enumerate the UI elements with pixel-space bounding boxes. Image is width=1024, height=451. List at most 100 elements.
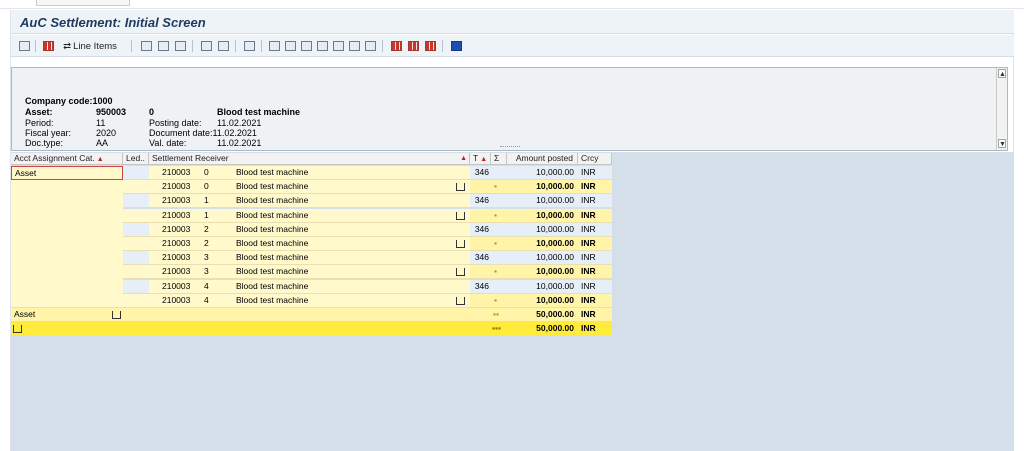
receiver-cell[interactable]: 210003 [149,180,204,194]
layout-icon[interactable] [41,39,55,53]
sum-icon[interactable] [199,39,213,53]
posting-date-label: Posting date: [149,118,202,128]
word-icon[interactable] [331,39,345,53]
receiver-sub-cell: 1 [204,209,224,223]
change-layout-icon[interactable] [406,39,420,53]
print-icon[interactable] [139,39,153,53]
subtotal-row[interactable]: 210003 4 Blood test machine ▪ 10,000.00 INR [11,294,612,308]
receiver-text-cell: Blood test machine [224,251,470,265]
subtotal-icon[interactable] [216,39,230,53]
scroll-down-icon[interactable]: ▼ [998,139,1006,148]
receiver-sub-cell: 0 [204,180,224,194]
amount-cell: 10,000.00 [507,194,578,208]
receiver-cell[interactable]: 210003 [149,280,204,294]
receiver-text-cell: Blood test machine [224,294,470,308]
receiver-cell[interactable]: 210003 [149,251,204,265]
t-cell [470,237,491,251]
col-header-amount-posted[interactable]: Amount posted [507,153,578,165]
t-cell: 346 [470,251,491,265]
col-header-acct-assignment[interactable]: Acct Assignment Cat. ▲ [11,153,123,165]
ledger-cell [123,280,149,294]
receiver-text-cell: Blood test machine [224,223,470,237]
amount-cell: 10,000.00 [507,209,578,223]
asset-total-row[interactable]: Asset ▪▪ 50,000.00 INR [11,308,612,322]
subtotal-icon [456,294,470,308]
col-header-crcy[interactable]: Crcy [578,153,612,165]
toolbar-separator [382,40,383,52]
line-items-icon: ⇄ [63,40,72,52]
amount-cell: 10,000.00 [507,223,578,237]
crcy-cell: INR [578,294,612,308]
receiver-cell[interactable]: 210003 [149,294,204,308]
excel-icon[interactable] [299,39,313,53]
resize-grip[interactable] [500,146,520,149]
subtotal-row[interactable]: 210003 1 Blood test machine ▪ 10,000.00 INR [11,209,612,223]
table-row[interactable]: 210003 2 Blood test machine 346 10,000.00 INR [11,223,612,237]
val-date-label: Val. date: [149,138,187,148]
document-date-label: Document date:11.02.2021 [149,128,257,138]
save-layout-icon[interactable] [423,39,437,53]
asset-description: Blood test machine [217,107,301,117]
subtotal-level-icon: ▪ [491,237,507,251]
subtotal-level-icon: ▪ [491,294,507,308]
table-row[interactable]: 210003 4 Blood test machine 346 10,000.00 INR [11,280,612,294]
table-row[interactable]: 210003 1 Blood test machine 346 10,000.00 INR [11,194,612,208]
crcy-cell: INR [578,209,612,223]
table-row[interactable]: 210003 3 Blood test machine 346 10,000.00 INR [11,251,612,265]
receiver-sub-cell: 2 [204,237,224,251]
line-items-button[interactable]: ⇄ Line Items [59,39,121,53]
receiver-cell[interactable]: 210003 [149,223,204,237]
receiver-sub-cell: 1 [204,194,224,208]
filter-set-icon[interactable] [173,39,187,53]
export-icon[interactable] [267,39,281,53]
receiver-cell[interactable]: 210003 [149,237,204,251]
mail-icon[interactable] [283,39,297,53]
doc-type-label: Doc.type: [25,138,64,148]
filter-icon[interactable] [156,39,170,53]
col-header-sigma[interactable]: Σ [491,153,507,165]
window-tab[interactable] [36,0,130,6]
info-icon[interactable] [449,39,463,53]
graphic-icon[interactable] [347,39,361,53]
subtotal-row[interactable]: 210003 0 Blood test machine ▪ 10,000.00 INR [11,180,612,194]
toolbar-separator [235,40,236,52]
amount-cell: 10,000.00 [507,280,578,294]
grand-total-row[interactable]: ▪▪▪ 50,000.00 INR [11,322,612,336]
refresh-icon[interactable] [242,39,256,53]
receiver-cell[interactable]: 210003 [149,166,204,180]
fiscal-year-label: Fiscal year: [25,128,72,138]
sap-window: AuC Settlement: Initial Screen ⇄ Line It… [10,10,1014,451]
amount-cell: 10,000.00 [507,180,578,194]
t-cell: 346 [470,166,491,180]
receiver-cell[interactable]: 210003 [149,194,204,208]
t-cell: 346 [470,280,491,294]
t-cell [470,180,491,194]
subtotal-row[interactable]: 210003 3 Blood test machine ▪ 10,000.00 INR [11,265,612,279]
receiver-cell[interactable]: 210003 [149,209,204,223]
choose-layout-icon[interactable] [389,39,403,53]
detail-icon[interactable] [17,39,31,53]
crcy-cell: INR [578,280,612,294]
scroll-up-icon[interactable]: ▲ [998,69,1006,78]
col-header-t[interactable]: T ▲ [470,153,491,165]
toolbar-separator [35,40,36,52]
toolbar-separator [442,40,443,52]
subtotal-level-icon: ▪ [491,265,507,279]
amount-cell: 10,000.00 [507,265,578,279]
table-row[interactable]: 210003 0 Blood test machine 346 10,000.00 INR [11,166,612,180]
header-scrollbar[interactable]: ▲ ▼ [996,68,1007,150]
col-header-settlement-receiver[interactable]: Settlement Receiver ▲ [149,153,470,165]
subtotal-row[interactable]: 210003 2 Blood test machine ▪ 10,000.00 INR [11,237,612,251]
col-header-ledger[interactable]: Led.. [123,153,149,165]
receiver-text-cell: Blood test machine [224,209,470,223]
total-spacer [123,308,491,322]
text-icon[interactable] [315,39,329,53]
fiscal-year-value: 2020 [96,128,117,138]
crcy-cell: INR [578,265,612,279]
subtotal-icon [456,180,470,194]
receiver-cell[interactable]: 210003 [149,265,204,279]
abc-icon[interactable] [363,39,377,53]
sort-ascending-icon: ▲ [96,156,104,163]
sigma-cell [491,251,507,265]
page-title: AuC Settlement: Initial Screen [20,15,206,30]
